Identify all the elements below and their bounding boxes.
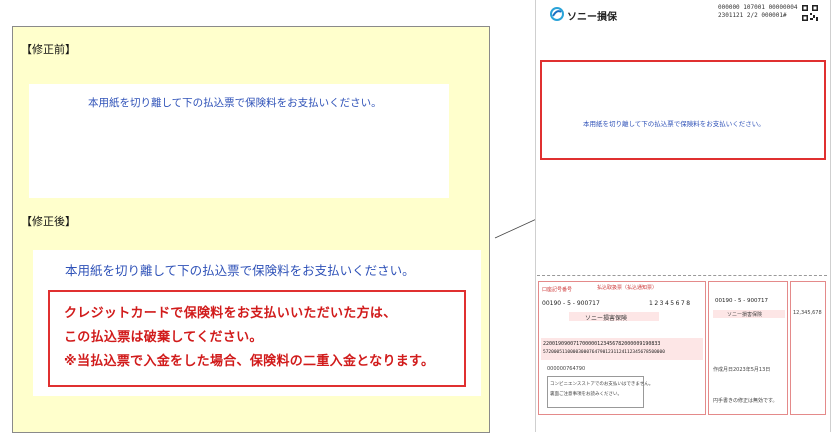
- credit-card-warning: クレジットカードで保険料をお支払いいただいた方は、 この払込票は破棄してください…: [48, 290, 466, 387]
- qr-code-icon: [801, 4, 819, 22]
- slip-due-date: 2023年5月13日: [733, 367, 771, 373]
- code-line-2: 2301121 2/2 000001#: [718, 12, 787, 19]
- payment-slip-middle: 00190 - 5 - 900717 ソニー損害保険 作成月日 2023年5月1…: [708, 281, 788, 415]
- slip-receipt-note: 円手書きの修正は無効です。: [713, 398, 778, 404]
- notice-box: コンビニエンスストアでのお支払いはできません。 裏面ご注意事項をお読みください。: [547, 376, 653, 408]
- payment-slip-right: 12,345,678: [790, 281, 826, 415]
- after-notice-text: 本用紙を切り離して下の払込票で保険料をお支払いください。: [65, 263, 415, 278]
- slip-amount-display: 12,345,678: [793, 310, 822, 316]
- before-notice-box: 本用紙を切り離して下の払込票で保険料をお支払いください。: [29, 84, 449, 198]
- slip-amount: 12345678: [649, 300, 692, 307]
- slip-customer-no: 000000764790: [547, 366, 586, 372]
- slip-title: 払込取扱票（払込通知票）: [597, 285, 658, 291]
- before-notice-text: 本用紙を切り離して下の払込票で保険料をお支払いください。: [88, 97, 382, 109]
- ocr-band: 220019090071700000123456782000009190833 …: [541, 338, 703, 360]
- payment-slip-left: 払込取扱票（払込通知票） 口座記号番号 00190 - 5 - 900717 1…: [538, 281, 706, 415]
- after-heading: 【修正後】: [21, 215, 76, 228]
- slip-account-label: 口座記号番号: [542, 287, 573, 293]
- slip-note-2: 裏面ご注意事項をお読みください。: [550, 392, 622, 397]
- ocr-line-1: 220019090071700000123456782000009190833: [543, 341, 661, 347]
- before-heading: 【修正前】: [21, 43, 76, 56]
- slip-payee: ソニー損害保険: [585, 315, 628, 322]
- warning-line-3: ※当払込票で入金をした場合、保険料の二重入金となります。: [64, 354, 435, 369]
- ocr-line-2: 5720005110000300076479012311241123456785…: [543, 350, 665, 355]
- highlight-box: 本用紙を切り離して下の払込票で保険料をお支払いください。: [540, 60, 826, 160]
- slip-account-number: 00190 - 5 - 900717: [542, 300, 600, 307]
- cut-line: [537, 275, 827, 277]
- document-code: 000000 107001 00000004 2301121 2/2 00000…: [718, 4, 797, 20]
- code-line-1: 000000 107001 00000004: [718, 4, 798, 11]
- slip-account-number-2: 00190 - 5 - 900717: [715, 298, 768, 304]
- warning-line-1: クレジットカードで保険料をお支払いいただいた方は、: [64, 306, 397, 321]
- warning-line-2: この払込票は破棄してください。: [64, 330, 263, 345]
- highlight-notice-text: 本用紙を切り離して下の払込票で保険料をお支払いください。: [583, 120, 765, 128]
- company-logo-text: ソニー損保: [567, 12, 617, 23]
- payee-field: ソニー損害保険: [569, 312, 659, 322]
- sony-logo-icon: [550, 7, 564, 21]
- slip-note-1: コンビニエンスストアでのお支払いはできません。: [550, 382, 654, 387]
- slip-branch: ソニー損害保険: [727, 312, 763, 318]
- slip-due-label: 作成月日: [713, 367, 734, 373]
- branch-field: ソニー損害保険: [713, 310, 785, 318]
